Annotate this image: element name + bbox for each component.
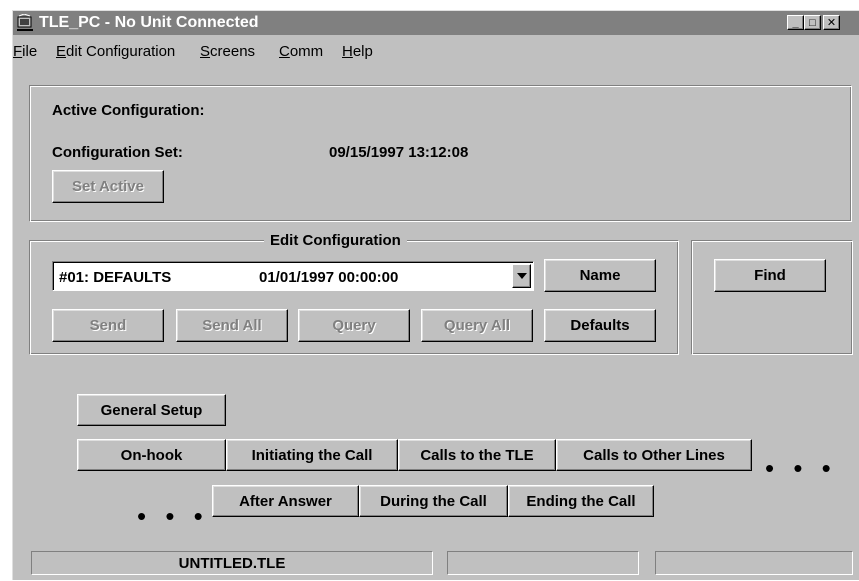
send-button[interactable]: Send (52, 309, 164, 342)
previous-screens-dots: • • • (137, 501, 209, 531)
status-bar: UNTITLED.TLE (13, 543, 859, 581)
status-panel-2 (447, 551, 639, 575)
send-all-button[interactable]: Send All (176, 309, 288, 342)
menu-help-label: elp (352, 43, 373, 60)
find-group: Find (691, 240, 853, 355)
menu-edit-label: dit Configuration (66, 43, 176, 60)
menu-file[interactable]: File (13, 43, 37, 60)
find-button[interactable]: Find (714, 259, 826, 292)
active-configuration-heading: Active Configuration: (52, 102, 205, 119)
query-button[interactable]: Query (298, 309, 410, 342)
calls-to-other-lines-button[interactable]: Calls to Other Lines (556, 439, 752, 471)
menu-file-mnemonic: F (13, 43, 23, 60)
menu-screens-mnemonic: S (200, 43, 211, 60)
minimize-icon[interactable]: _ (787, 15, 804, 30)
menu-edit-configuration[interactable]: Edit Configuration (56, 43, 175, 60)
configuration-set-value: 09/15/1997 13:12:08 (329, 144, 469, 161)
name-button[interactable]: Name (544, 259, 656, 292)
configuration-select-name: #01: DEFAULTS (59, 269, 172, 286)
menu-comm-label: omm (289, 43, 324, 60)
menu-comm-mnemonic: C (279, 43, 290, 60)
app-icon[interactable] (16, 13, 34, 32)
configuration-set-label: Configuration Set: (52, 144, 183, 161)
menu-screens-label: creens (210, 43, 256, 60)
general-setup-button[interactable]: General Setup (77, 394, 226, 426)
maximize-icon[interactable]: □ (804, 15, 821, 30)
configuration-select[interactable]: #01: DEFAULTS 01/01/1997 00:00:00 (52, 261, 534, 291)
menu-screens[interactable]: Screens (200, 43, 255, 60)
menu-file-label: ile (22, 43, 38, 60)
app-window: TLE_PC - No Unit Connected _ □ ✕ File Ed… (12, 10, 859, 580)
on-hook-button[interactable]: On-hook (77, 439, 226, 471)
defaults-button[interactable]: Defaults (544, 309, 656, 342)
ending-the-call-button[interactable]: Ending the Call (508, 485, 654, 517)
close-icon[interactable]: ✕ (823, 15, 840, 30)
title-bar[interactable]: TLE_PC - No Unit Connected _ □ ✕ (13, 11, 859, 35)
window-title: TLE_PC - No Unit Connected (39, 14, 259, 31)
active-configuration-group: Active Configuration: Configuration Set:… (29, 85, 852, 222)
menu-help-mnemonic: H (342, 43, 353, 60)
menu-bar: File Edit Configuration Screens Comm Hel… (13, 37, 859, 61)
edit-configuration-group: Edit Configuration #01: DEFAULTS 01/01/1… (29, 232, 679, 355)
more-screens-dots: • • • (765, 453, 837, 483)
during-the-call-button[interactable]: During the Call (359, 485, 508, 517)
status-file-name: UNTITLED.TLE (31, 551, 433, 575)
set-active-button[interactable]: Set Active (52, 170, 164, 203)
query-all-button[interactable]: Query All (421, 309, 533, 342)
edit-configuration-title: Edit Configuration (264, 232, 407, 249)
status-panel-3 (655, 551, 853, 575)
after-answer-button[interactable]: After Answer (212, 485, 359, 517)
configuration-select-date: 01/01/1997 00:00:00 (259, 269, 399, 286)
dropdown-arrow-icon[interactable] (512, 264, 531, 288)
initiating-the-call-button[interactable]: Initiating the Call (226, 439, 398, 471)
menu-comm[interactable]: Comm (279, 43, 323, 60)
menu-help[interactable]: Help (342, 43, 373, 60)
calls-to-the-tle-button[interactable]: Calls to the TLE (398, 439, 556, 471)
menu-edit-mnemonic: E (56, 43, 67, 60)
